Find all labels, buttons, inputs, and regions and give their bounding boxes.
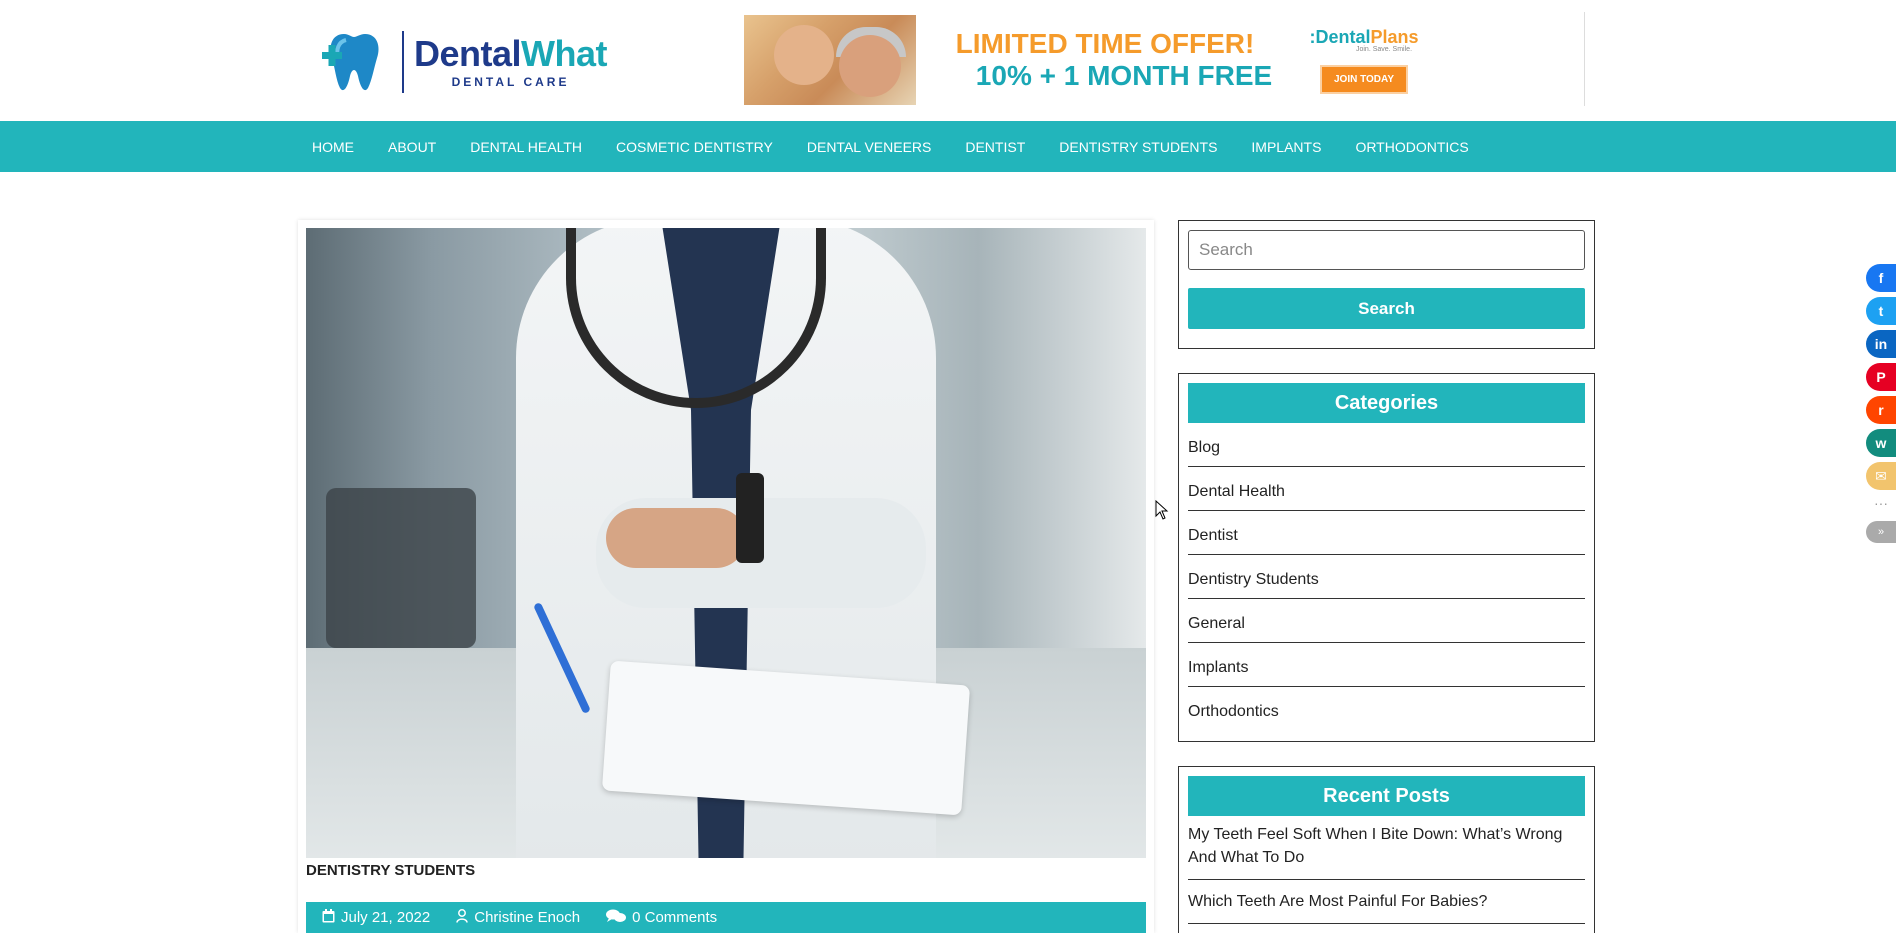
logo-tagline: DENTAL CARE (451, 75, 570, 89)
categories-title: Categories (1188, 383, 1585, 423)
site-logo[interactable]: DentalWhat DENTAL CARE (322, 28, 612, 96)
search-widget: Search Search (1178, 220, 1595, 349)
email-icon: ✉ (1875, 467, 1887, 484)
comments-icon (606, 909, 627, 927)
logo-brand-dark: Dental (414, 33, 522, 74)
category-item-general[interactable]: General (1188, 599, 1585, 643)
logo-brand-teal: What (521, 33, 608, 74)
logo-wordmark: DentalWhat DENTAL CARE (414, 33, 608, 90)
nav-item-dental-veneers[interactable]: DENTAL VENEERS (807, 139, 931, 155)
recent-posts-widget: Recent Posts My Teeth Feel Soft When I B… (1178, 766, 1595, 933)
nav-item-dentist[interactable]: DENTIST (965, 139, 1025, 155)
banner-brand: :DentalPlans Join. Save. Smile. JOIN TOD… (1294, 15, 1434, 105)
post-meta-bar: July 21, 2022 Christine Enoch 0 Comments (306, 902, 1146, 933)
share-toggle-button[interactable]: » (1866, 521, 1896, 543)
join-today-button[interactable]: JOIN TODAY (1319, 64, 1409, 94)
tooth-logo-icon (322, 30, 392, 94)
mouse-cursor-icon (1155, 499, 1169, 520)
whatsapp-icon: w (1875, 435, 1887, 451)
recent-posts-list: My Teeth Feel Soft When I Bite Down: Wha… (1188, 823, 1585, 933)
article-featured-image[interactable] (306, 228, 1146, 858)
email-share-button[interactable]: ✉ (1866, 462, 1896, 490)
main-nav: HOME ABOUT DENTAL HEALTH COSMETIC DENTIS… (0, 121, 1896, 172)
post-date[interactable]: July 21, 2022 (322, 908, 431, 927)
category-item-implants[interactable]: Implants (1188, 643, 1585, 687)
offer-subheadline: 10% + 1 MONTH FREE (975, 60, 1273, 91)
banner-couple-photo (744, 15, 916, 105)
category-item-dentistry-students[interactable]: Dentistry Students (1188, 555, 1585, 599)
dentalplans-logo-part2: Plans (1370, 26, 1419, 47)
logo-divider (402, 31, 404, 93)
social-share-bar: f t in P r w ✉ ··· » (1866, 264, 1896, 543)
post-comments-text: 0 Comments (632, 909, 718, 926)
header-divider (1584, 12, 1585, 106)
recent-post-item[interactable]: My Teeth Feel Soft When I Bite Down: Wha… (1188, 823, 1585, 880)
search-button[interactable]: Search (1188, 288, 1585, 329)
facebook-share-button[interactable]: f (1866, 264, 1896, 292)
ad-banner[interactable]: LIMITED TIME OFFER! 10% + 1 MONTH FREE :… (744, 15, 1434, 105)
nav-item-about[interactable]: ABOUT (388, 139, 436, 155)
whatsapp-share-button[interactable]: w (1866, 429, 1896, 457)
share-more-button[interactable]: ··· (1866, 495, 1896, 515)
category-item-dentist[interactable]: Dentist (1188, 511, 1585, 555)
linkedin-icon: in (1874, 336, 1888, 352)
post-category-link[interactable]: DENTISTRY STUDENTS (306, 862, 475, 879)
category-item-dental-health[interactable]: Dental Health (1188, 467, 1585, 511)
linkedin-share-button[interactable]: in (1866, 330, 1896, 358)
dentalplans-logo-part1: :Dental (1309, 26, 1371, 47)
chevron-right-icon: » (1877, 526, 1885, 538)
calendar-icon (322, 908, 335, 927)
user-icon (456, 908, 468, 927)
categories-widget: Categories Blog Dental Health Dentist De… (1178, 373, 1595, 742)
post-author[interactable]: Christine Enoch (456, 908, 581, 927)
twitter-icon: t (1878, 303, 1884, 319)
category-item-orthodontics[interactable]: Orthodontics (1188, 687, 1585, 731)
facebook-icon: f (1878, 270, 1884, 286)
reddit-icon: r (1878, 402, 1884, 418)
nav-item-dentistry-students[interactable]: DENTISTRY STUDENTS (1059, 139, 1217, 155)
post-comments[interactable]: 0 Comments (606, 909, 717, 927)
recent-post-item[interactable]: Which Teeth Are Most Painful For Babies? (1188, 890, 1585, 924)
recent-posts-title: Recent Posts (1188, 776, 1585, 816)
pinterest-share-button[interactable]: P (1866, 363, 1896, 391)
categories-list: Blog Dental Health Dentist Dentistry Stu… (1188, 423, 1585, 731)
nav-item-cosmetic-dentistry[interactable]: COSMETIC DENTISTRY (616, 139, 773, 155)
dentalplans-tagline: Join. Save. Smile. (1355, 45, 1413, 53)
nav-item-home[interactable]: HOME (312, 139, 354, 155)
site-header: DentalWhat DENTAL CARE LIMITED TIME OFFE… (0, 0, 1896, 121)
search-input[interactable]: Search (1188, 230, 1585, 270)
post-date-text: July 21, 2022 (341, 909, 431, 926)
nav-item-orthodontics[interactable]: ORTHODONTICS (1355, 139, 1468, 155)
banner-offer: LIMITED TIME OFFER! 10% + 1 MONTH FREE (916, 15, 1294, 105)
category-item-blog[interactable]: Blog (1188, 423, 1585, 467)
offer-headline: LIMITED TIME OFFER! (955, 28, 1255, 59)
nav-item-dental-health[interactable]: DENTAL HEALTH (470, 139, 582, 155)
twitter-share-button[interactable]: t (1866, 297, 1896, 325)
reddit-share-button[interactable]: r (1866, 396, 1896, 424)
dentalplans-logo: :DentalPlans (1309, 27, 1418, 48)
pinterest-icon: P (1876, 369, 1886, 385)
nav-item-implants[interactable]: IMPLANTS (1251, 139, 1321, 155)
post-author-text: Christine Enoch (474, 909, 581, 926)
